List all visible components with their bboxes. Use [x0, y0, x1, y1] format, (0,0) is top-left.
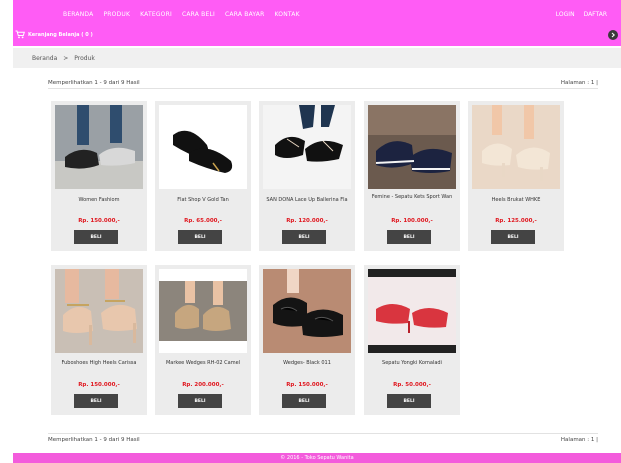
buy-button[interactable]: BELI	[282, 230, 326, 244]
results-info-bottom: Memperlihatkan 1 - 9 dari 9 Hasil Halama…	[48, 433, 598, 445]
buy-button[interactable]: BELI	[178, 230, 222, 244]
product-image[interactable]	[368, 269, 456, 353]
product-name[interactable]: Sepatu Yongki Komaladi	[366, 360, 458, 366]
product-card: SAN DONA Lace Up Ballerina Fla Rp. 120.0…	[259, 101, 355, 251]
product-name[interactable]: Women Fashiom	[53, 197, 145, 203]
nav-item-cara-beli[interactable]: CARA BELI	[182, 11, 215, 18]
nav-item-beranda[interactable]: BERANDA	[63, 11, 93, 18]
chevron-right-icon	[611, 32, 616, 38]
product-image[interactable]	[159, 269, 247, 353]
product-name[interactable]: Fuboshoes High Heels Carissa	[53, 360, 145, 366]
product-price: Rp. 150.000,-	[78, 218, 120, 224]
buy-button[interactable]: BELI	[282, 394, 326, 408]
product-price: Rp. 150.000,-	[78, 382, 120, 388]
buy-button[interactable]: BELI	[178, 394, 222, 408]
product-price: Rp. 200.000,-	[182, 382, 224, 388]
top-navbar: BERANDA PRODUK KATEGORI CARA BELI CARA B…	[13, 0, 621, 46]
product-card: Heels Brukat WHKE Rp. 125.000,- BELI	[468, 101, 564, 251]
buy-button[interactable]: BELI	[387, 230, 431, 244]
product-image[interactable]	[159, 105, 247, 189]
product-name[interactable]: Flat Shop V Gold Tan	[157, 197, 249, 203]
product-image[interactable]	[263, 269, 351, 353]
product-price: Rp. 120.000,-	[286, 218, 328, 224]
product-price: Rp. 65.000,-	[184, 218, 222, 224]
product-price: Rp. 125.000,-	[495, 218, 537, 224]
product-card: Femine - Sepatu Kets Sport Wan Rp. 100.0…	[364, 101, 460, 251]
product-card: Flat Shop V Gold Tan Rp. 65.000,- BELI	[155, 101, 251, 251]
product-card: Fuboshoes High Heels Carissa Rp. 150.000…	[51, 265, 147, 415]
product-image[interactable]	[55, 269, 143, 353]
product-image[interactable]	[263, 105, 351, 189]
breadcrumb-current: Produk	[74, 54, 95, 62]
product-price: Rp. 150.000,-	[286, 382, 328, 388]
cart-link[interactable]: Keranjang Belanja ( 0 )	[15, 30, 93, 39]
nav-item-produk[interactable]: PRODUK	[103, 11, 130, 18]
product-card: Sepatu Yongki Komaladi Rp. 50.000,- BELI	[364, 265, 460, 415]
pagination[interactable]: Halaman : 1 |	[561, 437, 598, 443]
product-name[interactable]: Heels Brukat WHKE	[470, 197, 562, 203]
product-image[interactable]	[368, 105, 456, 189]
login-link[interactable]: LOGIN	[556, 11, 575, 18]
buy-button[interactable]: BELI	[491, 230, 535, 244]
buy-button[interactable]: BELI	[74, 394, 118, 408]
menu-toggle-button[interactable]	[608, 30, 618, 40]
copyright-text: © 2016 - Toko Sepatu Wanita	[280, 455, 354, 461]
product-card: Women Fashiom Rp. 150.000,- BELI	[51, 101, 147, 251]
results-count: Memperlihatkan 1 - 9 dari 9 Hasil	[48, 79, 140, 86]
product-name[interactable]: Wedges- Black 011	[261, 360, 353, 366]
results-count: Memperlihatkan 1 - 9 dari 9 Hasil	[48, 436, 140, 443]
account-menu: LOGIN DAFTAR	[556, 11, 607, 18]
cart-label: Keranjang Belanja ( 0 )	[28, 31, 93, 38]
product-image[interactable]	[472, 105, 560, 189]
product-price: Rp. 100.000,-	[391, 218, 433, 224]
nav-item-kontak[interactable]: KONTAK	[274, 11, 299, 18]
product-image[interactable]	[55, 105, 143, 189]
footer: © 2016 - Toko Sepatu Wanita	[13, 453, 621, 463]
product-name[interactable]: Markee Wedges RH-02 Camel	[157, 360, 249, 366]
product-card: Markee Wedges RH-02 Camel Rp. 200.000,- …	[155, 265, 251, 415]
results-info-top: Memperlihatkan 1 - 9 dari 9 Hasil Halama…	[48, 77, 598, 89]
breadcrumb-home[interactable]: Beranda	[32, 55, 57, 62]
product-name[interactable]: SAN DONA Lace Up Ballerina Fla	[261, 197, 353, 203]
buy-button[interactable]: BELI	[74, 230, 118, 244]
nav-item-kategori[interactable]: KATEGORI	[140, 11, 172, 18]
breadcrumb: Beranda > Produk	[13, 48, 621, 68]
main-menu: BERANDA PRODUK KATEGORI CARA BELI CARA B…	[63, 11, 300, 18]
nav-item-cara-bayar[interactable]: CARA BAYAR	[225, 11, 264, 18]
buy-button[interactable]: BELI	[387, 394, 431, 408]
product-name[interactable]: Femine - Sepatu Kets Sport Wan	[366, 194, 458, 200]
breadcrumb-separator: >	[63, 54, 69, 62]
daftar-link[interactable]: DAFTAR	[584, 11, 607, 18]
cart-icon	[15, 30, 25, 39]
product-price: Rp. 50.000,-	[393, 382, 431, 388]
pagination[interactable]: Halaman : 1 |	[561, 80, 598, 86]
product-card: Wedges- Black 011 Rp. 150.000,- BELI	[259, 265, 355, 415]
